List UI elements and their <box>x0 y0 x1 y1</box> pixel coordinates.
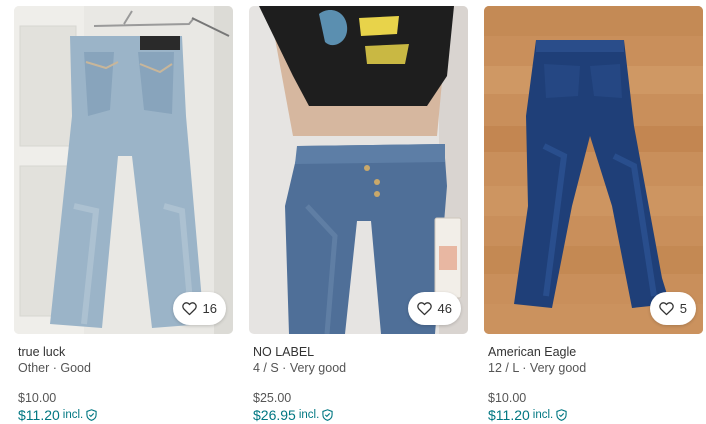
favorite-button[interactable]: 46 <box>407 292 461 325</box>
shield-check-icon <box>556 409 567 421</box>
item-brand[interactable]: NO LABEL <box>253 344 464 360</box>
favorite-count: 16 <box>202 301 217 316</box>
item-brand[interactable]: true luck <box>18 344 229 360</box>
item-photo[interactable]: 5 <box>484 6 703 334</box>
item-details: NO LABEL 4 / S · Very good $25.00 $26.95… <box>249 334 468 424</box>
total-price-value: $11.20 <box>488 407 530 423</box>
item-total-price[interactable]: $26.95 incl. <box>253 406 464 424</box>
item-size-condition: 4 / S · Very good <box>253 361 347 375</box>
item-price: $10.00 <box>488 391 527 405</box>
shield-check-icon <box>322 409 333 421</box>
item-card[interactable]: 5 American Eagle 12 / L · Very good $10.… <box>484 6 703 424</box>
item-photo[interactable]: 16 <box>14 6 233 334</box>
item-brand[interactable]: American Eagle <box>488 344 699 360</box>
item-photo[interactable]: 46 <box>249 6 468 334</box>
incl-label: incl. <box>298 409 320 421</box>
item-photo-image <box>484 6 703 334</box>
item-size-condition: Other · Good <box>18 361 91 375</box>
heart-icon <box>658 302 674 316</box>
incl-label: incl. <box>62 409 84 421</box>
item-total-price[interactable]: $11.20 incl. <box>18 406 229 424</box>
shield-check-icon <box>86 409 97 421</box>
item-total-price[interactable]: $11.20 incl. <box>488 406 699 424</box>
heart-icon <box>181 302 197 316</box>
total-price-value: $26.95 <box>253 407 296 423</box>
item-photo-image <box>14 6 233 334</box>
item-details: American Eagle 12 / L · Very good $10.00… <box>484 334 703 424</box>
item-details: true luck Other · Good $10.00 $11.20 inc… <box>14 334 233 424</box>
favorite-count: 5 <box>679 301 687 316</box>
item-photo-image <box>249 6 468 334</box>
item-grid: 16 true luck Other · Good $10.00 $11.20 … <box>0 0 706 423</box>
item-card[interactable]: 16 true luck Other · Good $10.00 $11.20 … <box>14 6 233 424</box>
favorite-button[interactable]: 5 <box>649 292 696 325</box>
item-card[interactable]: 46 NO LABEL 4 / S · Very good $25.00 $26… <box>249 6 468 424</box>
incl-label: incl. <box>532 409 554 421</box>
favorite-button[interactable]: 16 <box>172 292 226 325</box>
item-size-condition: 12 / L · Very good <box>488 361 587 375</box>
item-price: $10.00 <box>18 391 57 405</box>
heart-icon <box>416 302 432 316</box>
favorite-count: 46 <box>437 301 452 316</box>
item-price: $25.00 <box>253 391 292 405</box>
total-price-value: $11.20 <box>18 407 60 423</box>
